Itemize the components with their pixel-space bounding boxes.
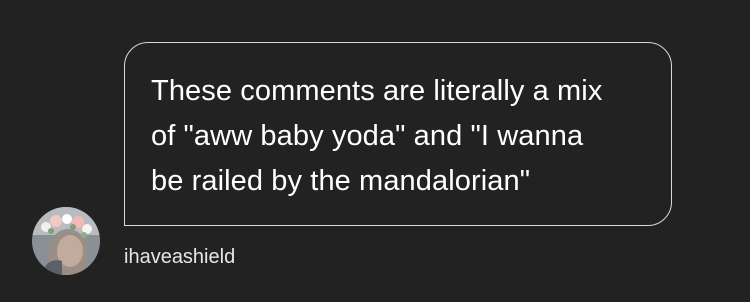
avatar[interactable]	[32, 207, 100, 275]
message-text: These comments are literally a mix of "a…	[151, 75, 603, 197]
message-bubble: These comments are literally a mix of "a…	[124, 42, 672, 226]
username[interactable]: ihaveashield	[124, 245, 235, 269]
avatar-photo-icon	[32, 207, 100, 275]
